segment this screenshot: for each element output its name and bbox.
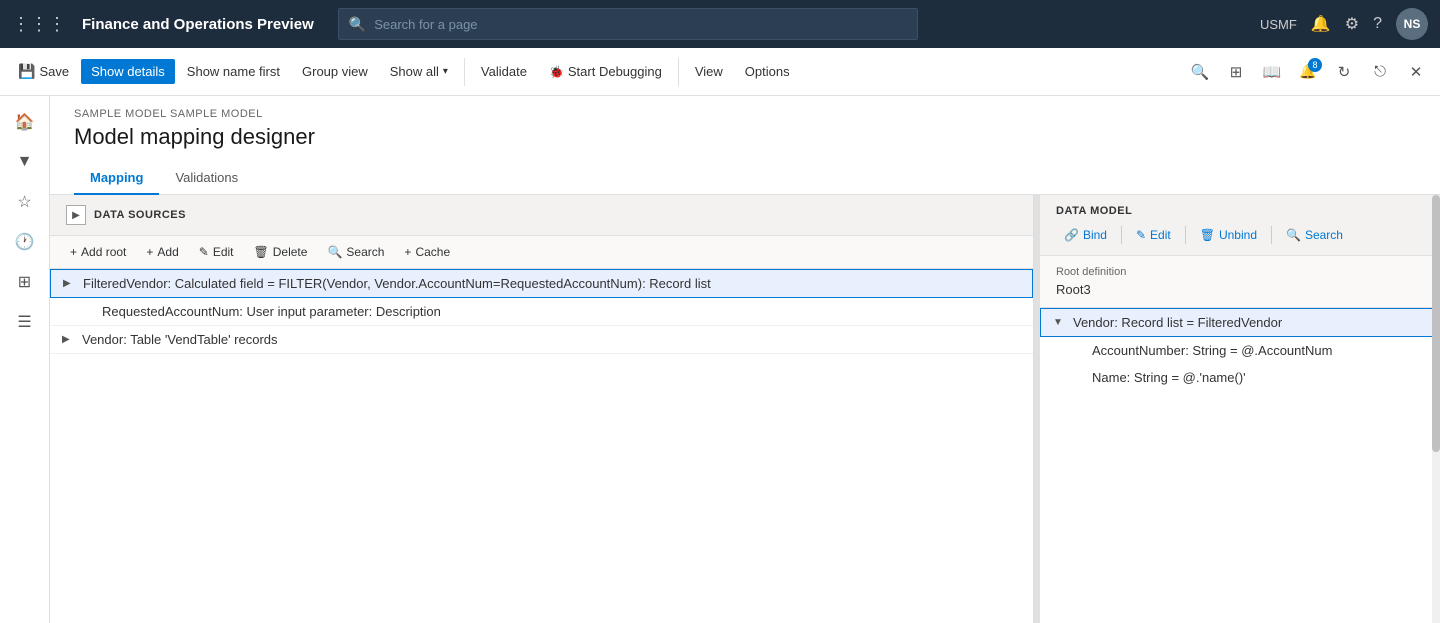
data-sources-title: DATA SOURCES: [94, 209, 186, 221]
debug-icon: 🐞: [549, 65, 564, 79]
rp-sep-2: [1185, 226, 1186, 244]
start-debugging-button[interactable]: 🐞 Start Debugging: [539, 59, 672, 84]
toolbar-popout-icon[interactable]: ⎋: [1364, 56, 1396, 88]
data-sources-toolbar: + Add root + Add ✎ Edit 🗑 Delete: [50, 236, 1033, 269]
toolbar-separator-2: [678, 58, 679, 86]
dm-edit-icon: ✎: [1136, 228, 1146, 242]
edit-icon: ✎: [199, 245, 209, 259]
data-model-panel: DATA MODEL 🔗 Bind ✎ Edit 🗑: [1040, 195, 1440, 623]
data-sources-header: ▶ DATA SOURCES: [50, 195, 1033, 236]
app-title: Finance and Operations Preview: [82, 16, 314, 33]
avatar[interactable]: NS: [1396, 8, 1428, 40]
search-input[interactable]: [374, 17, 907, 32]
root-definition-section: Root definition Root3: [1040, 256, 1440, 308]
data-sources-content: ▶ FilteredVendor: Calculated field = FIL…: [50, 269, 1033, 623]
sidebar-favorites-icon[interactable]: ☆: [7, 184, 43, 220]
data-model-toolbar: 🔗 Bind ✎ Edit 🗑 Unbind: [1056, 225, 1424, 245]
add-root-icon: +: [70, 245, 77, 259]
usmf-label[interactable]: USMF: [1260, 17, 1297, 32]
toolbar-bookmark-icon[interactable]: 📖: [1256, 56, 1288, 88]
save-icon: 💾: [18, 63, 35, 80]
search-bar[interactable]: 🔍: [338, 8, 918, 40]
toolbar-separator-1: [464, 58, 465, 86]
options-button[interactable]: Options: [735, 59, 800, 84]
dm-tree-item-vendor-record[interactable]: ▼ Vendor: Record list = FilteredVendor: [1040, 308, 1440, 337]
top-nav-right: USMF 🔔 ⚙ ? NS: [1260, 8, 1428, 40]
tree-item-vendor[interactable]: ▶ Vendor: Table 'VendTable' records: [50, 326, 1033, 354]
group-view-button[interactable]: Group view: [292, 59, 378, 84]
settings-icon[interactable]: ⚙: [1345, 14, 1359, 34]
panel-collapse-button[interactable]: ▶: [66, 205, 86, 225]
toolbar-close-icon[interactable]: ✕: [1400, 56, 1432, 88]
add-root-button[interactable]: + Add root: [62, 242, 134, 262]
dm-tree-item-name[interactable]: Name: String = @.'name()': [1040, 364, 1440, 391]
rp-sep-3: [1271, 226, 1272, 244]
show-all-button[interactable]: Show all: [380, 59, 458, 84]
grid-icon[interactable]: ⋮⋮⋮: [12, 14, 66, 35]
notification-icon[interactable]: 🔔: [1311, 14, 1331, 34]
help-icon[interactable]: ?: [1373, 15, 1382, 33]
left-sidebar: 🏠 ▼ ☆ 🕐 ⊞ ☰: [0, 96, 50, 623]
show-name-button[interactable]: Show name first: [177, 59, 290, 84]
sidebar-recent-icon[interactable]: 🕐: [7, 224, 43, 260]
bind-button[interactable]: 🔗 Bind: [1056, 225, 1115, 245]
top-nav: ⋮⋮⋮ Finance and Operations Preview 🔍 USM…: [0, 0, 1440, 48]
cache-button[interactable]: + Cache: [396, 242, 458, 262]
sidebar-grid-icon[interactable]: ⊞: [7, 264, 43, 300]
tree-item-requested-account[interactable]: RequestedAccountNum: User input paramete…: [50, 298, 1033, 326]
badge-count: 8: [1308, 58, 1322, 72]
unbind-button[interactable]: 🗑 Unbind: [1192, 225, 1265, 245]
root-def-value: Root3: [1056, 282, 1424, 297]
sidebar-filter-icon[interactable]: ▼: [7, 144, 43, 180]
content-area: SAMPLE MODEL SAMPLE MODEL Model mapping …: [50, 96, 1440, 623]
toolbar-search-button[interactable]: 🔍: [1184, 56, 1216, 88]
dm-chevron-1: ▼: [1053, 317, 1067, 328]
page-tabs: Mapping Validations: [74, 162, 1416, 194]
delete-icon: 🗑: [254, 245, 269, 259]
right-scrollbar[interactable]: [1432, 195, 1440, 623]
edit-button[interactable]: ✎ Edit: [191, 242, 242, 262]
tree-item-filtered-vendor[interactable]: ▶ FilteredVendor: Calculated field = FIL…: [50, 269, 1033, 298]
save-button[interactable]: 💾 Save: [8, 58, 79, 85]
bind-icon: 🔗: [1064, 228, 1079, 242]
cache-icon: +: [404, 245, 411, 259]
sidebar-list-icon[interactable]: ☰: [7, 304, 43, 340]
toolbar-refresh-icon[interactable]: ↻: [1328, 56, 1360, 88]
search-ds-icon: 🔍: [327, 245, 342, 259]
tab-mapping[interactable]: Mapping: [74, 162, 159, 195]
toolbar-connect-icon[interactable]: ⊞: [1220, 56, 1252, 88]
toolbar-right: 🔍 ⊞ 📖 🔔 8 ↻ ⎋ ✕: [1184, 56, 1432, 88]
view-button[interactable]: View: [685, 59, 733, 84]
toolbar-badge-button[interactable]: 🔔 8: [1292, 56, 1324, 88]
data-sources-panel: ▶ DATA SOURCES + Add root + Add ✎ Edit: [50, 195, 1034, 623]
dm-search-icon: 🔍: [1286, 228, 1301, 242]
chevron-icon: ▶: [63, 278, 77, 289]
search-button[interactable]: 🔍 Search: [319, 242, 392, 262]
show-details-button[interactable]: Show details: [81, 59, 175, 84]
dm-search-button[interactable]: 🔍 Search: [1278, 225, 1351, 245]
add-icon: +: [146, 245, 153, 259]
delete-button[interactable]: 🗑 Delete: [246, 242, 316, 262]
data-model-title: DATA MODEL: [1056, 205, 1424, 217]
root-def-label: Root definition: [1056, 266, 1424, 278]
data-model-content: ▼ Vendor: Record list = FilteredVendor A…: [1040, 308, 1440, 623]
add-button[interactable]: + Add: [138, 242, 186, 262]
toolbar: 💾 Save Show details Show name first Grou…: [0, 48, 1440, 96]
page-header: SAMPLE MODEL SAMPLE MODEL Model mapping …: [50, 96, 1440, 195]
unbind-icon: 🗑: [1200, 228, 1215, 242]
designer-area: ▶ DATA SOURCES + Add root + Add ✎ Edit: [50, 195, 1440, 623]
chevron-icon-3: ▶: [62, 334, 76, 345]
dm-tree-item-account-number[interactable]: AccountNumber: String = @.AccountNum: [1040, 337, 1440, 364]
right-scrollbar-thumb: [1432, 195, 1440, 452]
data-model-header: DATA MODEL 🔗 Bind ✎ Edit 🗑: [1040, 195, 1440, 256]
search-icon: 🔍: [349, 16, 366, 33]
validate-button[interactable]: Validate: [471, 59, 537, 84]
breadcrumb: SAMPLE MODEL SAMPLE MODEL: [74, 108, 1416, 120]
rp-sep-1: [1121, 226, 1122, 244]
sidebar-home-icon[interactable]: 🏠: [7, 104, 43, 140]
tab-validations[interactable]: Validations: [159, 162, 254, 195]
dm-edit-button[interactable]: ✎ Edit: [1128, 225, 1179, 245]
main-layout: 🏠 ▼ ☆ 🕐 ⊞ ☰ SAMPLE MODEL SAMPLE MODEL Mo…: [0, 96, 1440, 623]
page-title: Model mapping designer: [74, 124, 1416, 150]
